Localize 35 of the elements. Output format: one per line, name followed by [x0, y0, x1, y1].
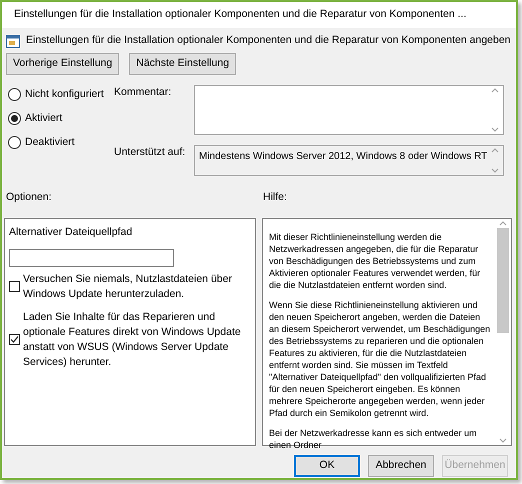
nav-button[interactable]: Vorherige Einstellung: [6, 53, 120, 75]
dialog-button[interactable]: OK: [294, 454, 360, 477]
scrollbar-thumb[interactable]: [497, 228, 509, 333]
radio-label[interactable]: Aktiviert: [25, 110, 62, 126]
policy-icon: [6, 34, 20, 48]
options-label: Optionen:: [6, 190, 53, 205]
help-label: Hilfe:: [263, 190, 287, 205]
radio-label[interactable]: Nicht konfiguriert: [25, 87, 104, 103]
scroll-up-icon[interactable]: [499, 220, 507, 226]
supported-label: Unterstützt auf:: [114, 145, 186, 160]
help-paragraph: Mit dieser Richtlinieneinstellung werden die Netzwerkadressen angegeben, die für die Reparatur von Beschädigungen des Betriebssystems und zum Aktivieren optionaler Features verwendet werden, für die die Nutzlastdateien entfernt worden sind.: [269, 230, 482, 291]
scroll-down-icon[interactable]: [491, 168, 500, 173]
scroll-up-icon[interactable]: [491, 88, 500, 93]
help-paragraph: Bei der Netzwerkadresse kann es sich entweder um einen Ordner: [269, 426, 478, 451]
nav-button[interactable]: Nächste Einstellung: [129, 53, 236, 75]
scroll-down-icon[interactable]: [491, 127, 500, 132]
radio-button[interactable]: [8, 88, 21, 102]
comment-label: Kommentar:: [114, 85, 172, 100]
radio-button[interactable]: [8, 136, 21, 149]
checkbox-label[interactable]: Versuchen Sie niemals, Nutzlastdateien über Windows Update herunterzuladen.: [23, 272, 251, 302]
comment-field[interactable]: [194, 85, 504, 135]
path-input-field[interactable]: [9, 248, 174, 266]
supported-value: Mindestens Windows Server 2012, Windows 8 oder Windows RT: [198, 150, 488, 164]
radio-label[interactable]: Deaktiviert: [25, 134, 75, 150]
checkbox[interactable]: [9, 334, 20, 345]
scroll-down-icon[interactable]: [499, 438, 507, 443]
checkbox[interactable]: [9, 281, 20, 292]
checkbox-label[interactable]: Laden Sie Inhalte für das Reparieren und optionale Features direkt von Windows Update anstatt von WSUS (Windows Server Update Services) herunter.: [23, 310, 251, 370]
window-title: Einstellungen für die Installation optionaler Komponenten und die Reparatur von Komponenten ...: [14, 7, 466, 22]
policy-title: Einstellungen für die Installation optionaler Komponenten und die Reparatur von Komponenten angeben: [26, 33, 511, 48]
help-paragraph: Wenn Sie diese Richtlinieneinstellung aktivieren und den neuen Speicherort angeben, werden die Dateien an diesem Speicherort verwendet, um Beschädigungen des Betriebssystems zu reparieren und die optionalen Features zu aktivieren, für die die Nutzlastdateien entfernt worden sind. Sie müssen im Textfeld "Alternativer Dateiquellpfad" den vollqualifizierten Pfad für den neuen Speicherort eingeben. Es können mehrere Speicherorte angegeben werden, wenn jeder Pfad durch ein Semikolon getrennt wird.: [269, 298, 492, 419]
dialog-button[interactable]: Abbrechen: [368, 454, 434, 477]
path-label: Alternativer Dateiquellpfad: [9, 224, 134, 240]
scroll-up-icon[interactable]: [491, 148, 500, 153]
radio-button[interactable]: [8, 112, 21, 126]
